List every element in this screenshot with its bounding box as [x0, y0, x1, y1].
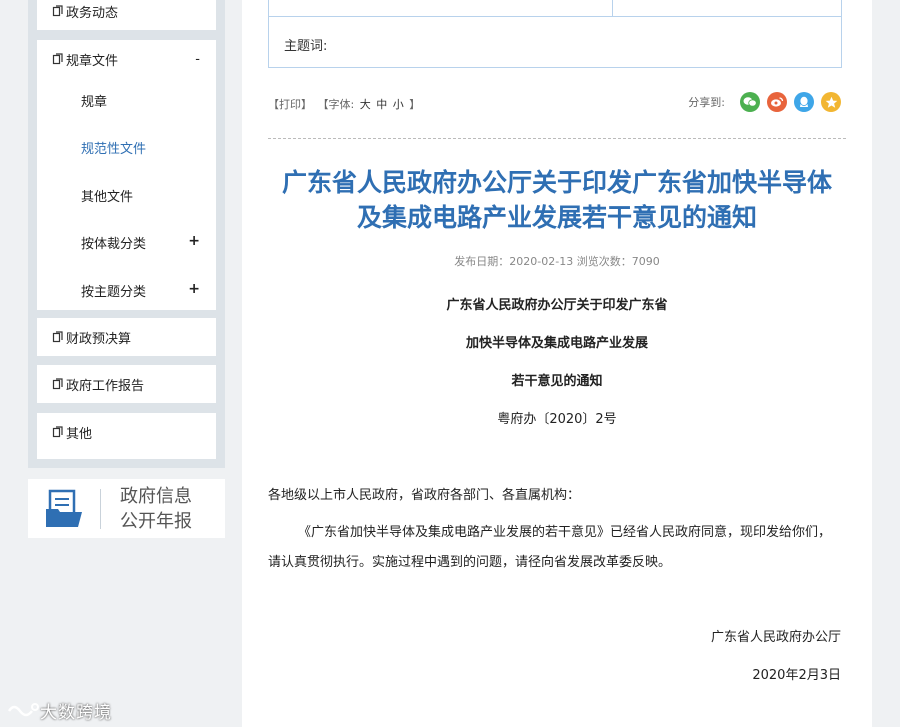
- wechat-icon[interactable]: [740, 92, 760, 112]
- article-title: 广东省人民政府办公厅关于印发广东省加快半导体 及集成电路产业发展若干意见的通知: [281, 168, 832, 232]
- sidebar-item-budget[interactable]: 财政预决算: [37, 318, 216, 356]
- expand-toggle[interactable]: +: [188, 233, 200, 249]
- qq-icon[interactable]: [794, 92, 814, 112]
- issuer: 广东省人民政府办公厅: [710, 630, 841, 645]
- font-large-link[interactable]: 大: [360, 98, 371, 111]
- document-icon: [52, 53, 63, 65]
- document-icon: [52, 5, 63, 17]
- sidebar-subitem-by-topic[interactable]: 按主题分类: [81, 281, 201, 300]
- watermark-logo-icon: [7, 702, 39, 716]
- print-link[interactable]: 【打印】: [268, 98, 312, 111]
- sidebar-subitem-label: 按体裁分类: [81, 237, 147, 252]
- font-small-link[interactable]: 小: [393, 98, 404, 111]
- sidebar-subitem-by-genre[interactable]: 按体裁分类: [81, 233, 201, 252]
- sidebar-item-regulations[interactable]: 规章文件 - 规章 规范性文件 其他文件 按体裁分类 + 按主题分类 +: [37, 40, 216, 310]
- collapse-toggle[interactable]: -: [195, 52, 200, 67]
- font-medium-link[interactable]: 中: [376, 98, 387, 111]
- sidebar-subitem-normative-docs[interactable]: 规范性文件: [81, 138, 146, 157]
- document-icon: [52, 378, 63, 390]
- weibo-icon[interactable]: [767, 92, 787, 112]
- sidebar-item-label: 其他: [66, 426, 93, 442]
- doc-subtitle-line: 若干意见的通知: [511, 374, 603, 389]
- separator-line: [268, 138, 846, 139]
- annual-report-banner[interactable]: 政府信息 公开年报: [28, 479, 225, 538]
- sidebar-item-work-report[interactable]: 政府工作报告: [37, 365, 216, 403]
- sidebar-item-gov-news[interactable]: 政务动态: [37, 0, 216, 30]
- font-size-prefix: 【字体:: [317, 98, 355, 111]
- sidebar-item-label: 政府工作报告: [66, 378, 145, 394]
- font-size-suffix: 】: [409, 98, 421, 111]
- body-paragraph-cont: 请认真贯彻执行。实施过程中遇到的问题，请径向省发展改革委反映。: [268, 555, 672, 570]
- sidebar-item-other[interactable]: 其他: [37, 413, 216, 459]
- page-gutter: [872, 0, 900, 727]
- sidebar-subitem-label: 按主题分类: [81, 285, 147, 300]
- share-bar: 分享到:: [688, 92, 841, 112]
- document-icon: [52, 331, 63, 343]
- issue-date: 2020年2月3日: [752, 668, 841, 683]
- document-folder-icon: [28, 479, 100, 538]
- body-paragraph: 《广东省加快半导体及集成电路产业发展的若干意见》已经省人民政府同意，现印发给你们…: [298, 525, 832, 540]
- document-meta-table: 主题词:: [268, 0, 842, 68]
- article-toolbar: 【打印】 【字体: 大 中 小 】: [268, 96, 422, 112]
- doc-subtitle-line: 加快半导体及集成电路产业发展: [465, 336, 648, 351]
- sidebar-item-label: 政务动态: [66, 5, 119, 21]
- sidebar-subitem-rules[interactable]: 规章: [81, 91, 107, 110]
- sidebar: 政务动态 规章文件 - 规章 规范性文件 其他文件 按体裁分类 + 按主题分类 …: [28, 0, 225, 468]
- publish-info: 发布日期：2020-02-13 浏览次数：7090: [454, 255, 660, 268]
- sidebar-item-label: 财政预决算: [66, 331, 132, 347]
- recipients: 各地级以上市人民政府，省政府各部门、各直属机构：: [268, 488, 581, 503]
- doc-number: 粤府办〔2020〕2号: [497, 412, 617, 427]
- sidebar-item-label: 规章文件: [66, 53, 119, 69]
- watermark: 大数跨境: [6, 698, 112, 723]
- expand-toggle[interactable]: +: [188, 281, 200, 297]
- document-icon: [52, 426, 63, 438]
- share-label: 分享到:: [688, 96, 725, 109]
- article-panel: 主题词: 【打印】 【字体: 大 中 小 】 分享到: 广东省人民政府办公厅关于…: [242, 0, 872, 727]
- qzone-icon[interactable]: [821, 92, 841, 112]
- keyword-label: 主题词:: [284, 39, 328, 54]
- annual-report-label: 政府信息 公开年报: [120, 485, 192, 532]
- divider: [100, 488, 101, 529]
- doc-subtitle-line: 广东省人民政府办公厅关于印发广东省: [446, 298, 668, 313]
- sidebar-subitem-other-docs[interactable]: 其他文件: [81, 186, 133, 205]
